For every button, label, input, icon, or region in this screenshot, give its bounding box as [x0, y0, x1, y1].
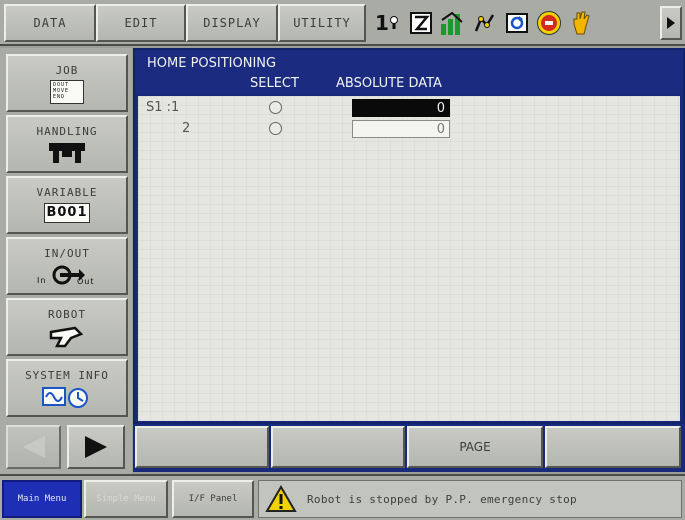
variable-icon: B001: [44, 203, 90, 223]
tab-utility[interactable]: UTILITY: [278, 4, 366, 42]
next-page-button[interactable]: [67, 425, 125, 469]
window-header: HOME POSITIONING SELECT ABSOLUTE DATA: [135, 50, 683, 94]
top-menu-bar: DATA EDIT DISPLAY UTILITY 1: [0, 0, 685, 46]
column-header-select: SELECT: [250, 76, 299, 91]
main-menu-button[interactable]: Main Menu: [2, 480, 82, 518]
select-radio[interactable]: [269, 101, 282, 114]
function-key-1[interactable]: [135, 426, 269, 468]
page-title: HOME POSITIONING: [147, 56, 277, 71]
expand-right-button[interactable]: [660, 6, 682, 40]
emergency-stop-icon: [536, 10, 562, 36]
absolute-data-field[interactable]: 0: [352, 99, 450, 117]
main-menu-sidebar: JOB DOUT MOVE END HANDLING VARIABLE B001…: [0, 48, 132, 474]
status-message: Robot is stopped by P.P. emergency stop: [307, 492, 577, 506]
absolute-data-field[interactable]: 0: [352, 120, 450, 138]
tab-display[interactable]: DISPLAY: [186, 4, 278, 42]
system-info-icon: [42, 387, 88, 408]
cycle-mode-icon: [504, 10, 530, 36]
sidebar-item-in-out[interactable]: IN/OUT In Out: [6, 237, 128, 295]
home-position-table: S1 :1 0 2 0: [138, 96, 680, 421]
function-key-bar: PAGE: [133, 424, 685, 472]
function-key-2[interactable]: [271, 426, 405, 468]
play-mode-icon: [440, 10, 466, 36]
if-panel-button[interactable]: I/F Panel: [172, 480, 254, 518]
table-row: S1 :1 0: [138, 98, 680, 118]
select-radio[interactable]: [269, 122, 282, 135]
out-label: Out: [77, 277, 95, 286]
hand-servo-icon: [568, 10, 594, 36]
triangle-right-icon: [667, 17, 675, 29]
sidebar-item-label: SYSTEM INFO: [25, 369, 109, 382]
one-tool-icon: 1: [372, 10, 402, 36]
in-out-icon: In Out: [35, 263, 99, 289]
robot-job-icon: [472, 10, 498, 36]
home-positioning-window: HOME POSITIONING SELECT ABSOLUTE DATA S1…: [133, 48, 685, 424]
edit-lock-icon: [408, 10, 434, 36]
status-bar: Main Menu Simple Menu I/F Panel Robot is…: [0, 474, 685, 520]
sidebar-item-system-info[interactable]: SYSTEM INFO: [6, 359, 128, 417]
in-label: In: [37, 276, 47, 285]
tool-number: 1: [375, 11, 389, 35]
job-file-icon: DOUT MOVE END: [50, 80, 84, 104]
sidebar-item-label: VARIABLE: [36, 186, 98, 199]
tab-data[interactable]: DATA: [4, 4, 96, 42]
tab-edit[interactable]: EDIT: [96, 4, 186, 42]
robot-arm-icon: [49, 326, 84, 348]
sidebar-item-label: HANDLING: [36, 125, 98, 138]
message-area: Robot is stopped by P.P. emergency stop: [258, 480, 682, 518]
warning-icon: [265, 485, 297, 512]
column-header-absolute-data: ABSOLUTE DATA: [336, 76, 442, 91]
gripper-icon: [49, 143, 85, 163]
status-icons: 1: [370, 4, 600, 42]
triangle-left-icon: [22, 436, 45, 458]
sidebar-item-job[interactable]: JOB DOUT MOVE END: [6, 54, 128, 112]
page-button[interactable]: PAGE: [407, 426, 543, 468]
axis-label: S1 :1: [146, 100, 180, 115]
function-key-4[interactable]: [545, 426, 681, 468]
job-icon-line: END: [53, 94, 66, 100]
sidebar-item-label: IN/OUT: [44, 247, 90, 260]
sidebar-item-label: ROBOT: [47, 308, 87, 321]
axis-label: 2: [182, 121, 191, 136]
simple-menu-button[interactable]: Simple Menu: [84, 480, 168, 518]
sidebar-item-label: JOB: [55, 64, 79, 77]
variable-icon-text: B001: [46, 205, 88, 220]
sidebar-item-variable[interactable]: VARIABLE B001: [6, 176, 128, 234]
sidebar-item-handling[interactable]: HANDLING: [6, 115, 128, 173]
triangle-right-icon: [85, 436, 107, 458]
sidebar-item-robot[interactable]: ROBOT: [6, 298, 128, 356]
table-row: 2 0: [138, 119, 680, 139]
prev-page-button[interactable]: [6, 425, 61, 469]
